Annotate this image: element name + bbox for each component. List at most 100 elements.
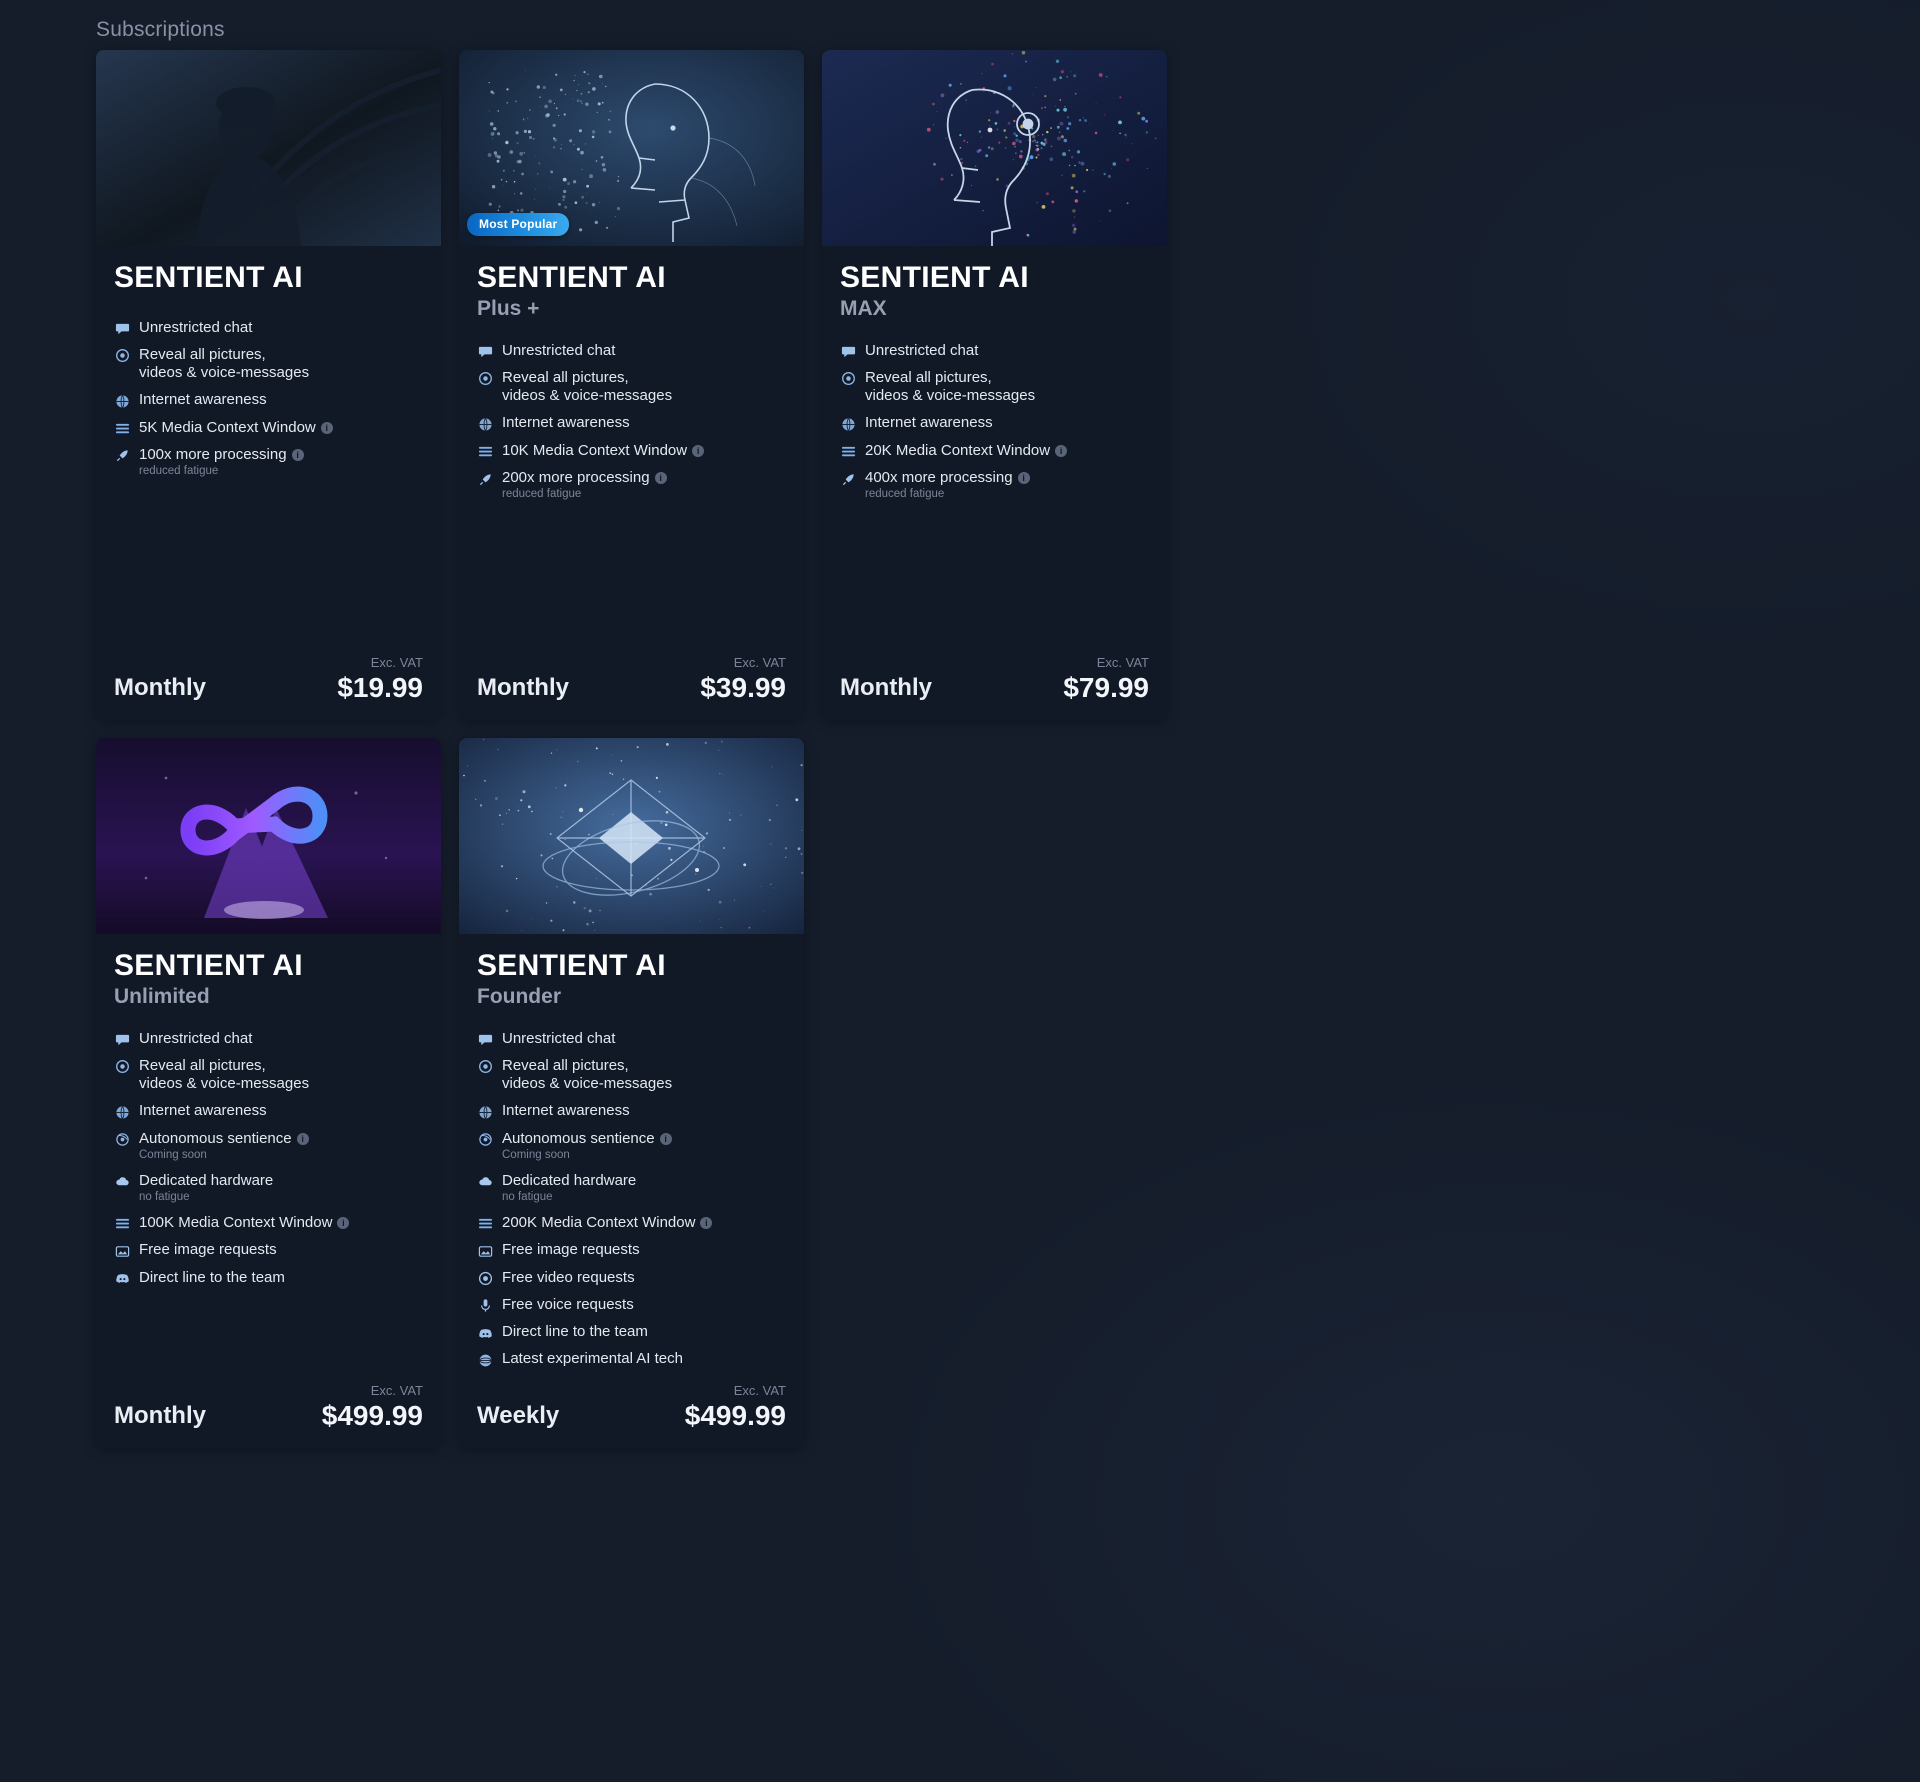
feature-sublabel: reduced fatigue [502, 488, 667, 502]
billing-period: Weekly [477, 1402, 559, 1430]
card-footer: MonthlyExc. VAT$19.99 [96, 656, 441, 720]
microphone-icon [477, 1298, 493, 1314]
feature-item: Unrestricted chat [477, 1030, 786, 1048]
feature-label: Reveal all pictures,videos & voice-messa… [865, 369, 1035, 406]
chat-bubble-icon [114, 321, 130, 337]
lines-icon [114, 421, 130, 437]
feature-label: Reveal all pictures,videos & voice-messa… [502, 1057, 672, 1094]
globe-icon [114, 393, 130, 409]
vat-note: Exc. VAT [322, 1384, 423, 1398]
feature-item: Reveal all pictures,videos & voice-messa… [114, 1057, 423, 1094]
feature-item: Internet awareness [114, 391, 423, 409]
cloud-icon [477, 1174, 493, 1190]
chat-bubble-icon [840, 344, 856, 360]
feature-label: Internet awareness [502, 414, 630, 432]
feature-item: 100K Media Context Windowi [114, 1214, 423, 1232]
lines-icon [840, 444, 856, 460]
feature-sublabel: no fatigue [139, 1191, 273, 1205]
info-icon[interactable]: i [292, 449, 304, 461]
card-brand-title: SENTIENT AI [477, 262, 786, 294]
subscription-card[interactable]: SENTIENT AI MAX Unrestricted chat Reveal al… [822, 50, 1167, 720]
feature-label: 200x more processingi [502, 469, 667, 487]
feature-label: Unrestricted chat [502, 1030, 615, 1048]
info-icon[interactable]: i [655, 472, 667, 484]
feature-label: Dedicated hardware [502, 1172, 636, 1190]
lines-icon [477, 444, 493, 460]
rocket-icon [114, 448, 130, 464]
feature-label: 200K Media Context Windowi [502, 1214, 712, 1232]
feature-label: Direct line to the team [139, 1269, 285, 1287]
card-brand-title: SENTIENT AI [840, 262, 1149, 294]
info-icon[interactable]: i [297, 1133, 309, 1145]
feature-label: 400x more processingi [865, 469, 1030, 487]
feature-label: Unrestricted chat [139, 1030, 252, 1048]
feature-item: Latest experimental AI tech [477, 1350, 786, 1368]
feature-item: 100x more processingireduced fatigue [114, 446, 423, 479]
info-icon[interactable]: i [1018, 472, 1030, 484]
globe-icon [114, 1104, 130, 1120]
feature-label: 10K Media Context Windowi [502, 442, 704, 460]
lines-icon [477, 1216, 493, 1232]
feature-list: Unrestricted chatReveal all pictures,vid… [114, 319, 423, 489]
eye-icon [477, 1059, 493, 1075]
feature-label: 20K Media Context Windowi [865, 442, 1067, 460]
feature-label: Free image requests [502, 1241, 640, 1259]
rocket-icon [477, 471, 493, 487]
info-icon[interactable]: i [337, 1217, 349, 1229]
vat-note: Exc. VAT [700, 656, 786, 670]
feature-label: Autonomous sentiencei [139, 1130, 309, 1148]
card-tier-label: MAX [840, 297, 1149, 320]
feature-item: Unrestricted chat [840, 342, 1149, 360]
feature-item: Dedicated hardwareno fatigue [477, 1172, 786, 1205]
globe-icon [477, 1104, 493, 1120]
card-row: SENTIENT AI Unrestricted chat Reveal all p… [96, 50, 1196, 720]
feature-item: Internet awareness [477, 1102, 786, 1120]
card-hero-image [459, 738, 804, 934]
feature-label: Internet awareness [139, 1102, 267, 1120]
feature-label: Internet awareness [865, 414, 993, 432]
feature-item: Free image requests [477, 1241, 786, 1259]
feature-sublabel: reduced fatigue [865, 488, 1030, 502]
feature-item: 200K Media Context Windowi [477, 1214, 786, 1232]
price-value: $19.99 [337, 673, 423, 702]
most-popular-badge: Most Popular [467, 213, 569, 236]
info-icon[interactable]: i [660, 1133, 672, 1145]
info-icon[interactable]: i [692, 445, 704, 457]
info-icon[interactable]: i [321, 422, 333, 434]
feature-item: Internet awareness [477, 414, 786, 432]
subscription-card[interactable]: SENTIENT AI Unrestricted chatReveal all p… [96, 50, 441, 720]
subscription-card[interactable]: Most PopularSENTIENT AIPlus +Unrestricte… [459, 50, 804, 720]
feature-label: Unrestricted chat [865, 342, 978, 360]
feature-label: Latest experimental AI tech [502, 1350, 683, 1368]
feature-label: Autonomous sentiencei [502, 1130, 672, 1148]
atom-icon [114, 1132, 130, 1148]
subscription-card[interactable]: SENTIENT AIFounderUnrestricted chatRevea… [459, 738, 804, 1448]
feature-label: Dedicated hardware [139, 1172, 273, 1190]
feature-item: 400x more processingireduced fatigue [840, 469, 1149, 502]
feature-list: Unrestricted chat Reveal all pictures,vid… [477, 1030, 786, 1378]
info-icon[interactable]: i [1055, 445, 1067, 457]
billing-period: Monthly [114, 674, 206, 702]
billing-period: Monthly [114, 1402, 206, 1430]
feature-item: Free image requests [114, 1241, 423, 1259]
card-footer: MonthlyExc. VAT$39.99 [459, 656, 804, 720]
card-row: SENTIENT AIUnlimitedUnrestricted chatRev… [96, 738, 1196, 1448]
feature-list: Unrestricted chat Reveal all pictures,vid… [840, 342, 1149, 512]
card-body: SENTIENT AI Unrestricted chatReveal all p… [96, 246, 441, 656]
eye-icon [114, 348, 130, 364]
feature-list: Unrestricted chatReveal all pictures,vid… [477, 342, 786, 512]
subscription-card[interactable]: SENTIENT AIUnlimitedUnrestricted chatRev… [96, 738, 441, 1448]
eye-icon [114, 1059, 130, 1075]
price-value: $79.99 [1063, 673, 1149, 702]
chat-bubble-icon [114, 1032, 130, 1048]
feature-item: Reveal all pictures,videos & voice-messa… [477, 369, 786, 406]
feature-item: 5K Media Context Windowi [114, 419, 423, 437]
atom-icon [477, 1132, 493, 1148]
feature-sublabel: Coming soon [502, 1149, 672, 1163]
info-icon[interactable]: i [700, 1217, 712, 1229]
feature-label: Direct line to the team [502, 1323, 648, 1341]
card-brand-title: SENTIENT AI [114, 262, 423, 294]
cloud-icon [114, 1174, 130, 1190]
feature-label: Unrestricted chat [139, 319, 252, 337]
card-footer: WeeklyExc. VAT$499.99 [459, 1384, 804, 1448]
